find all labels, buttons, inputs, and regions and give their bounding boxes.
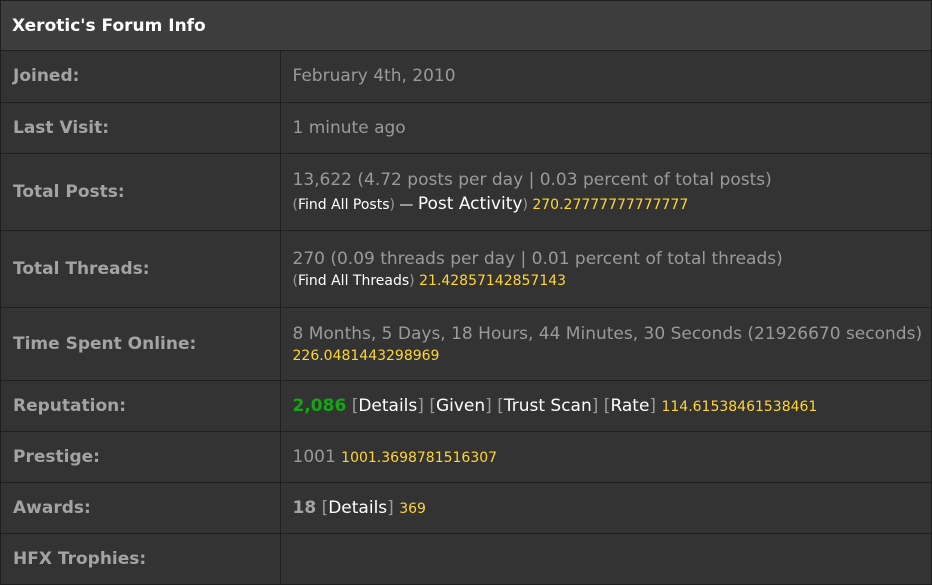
prestige-cell: 1001 1001.3698781516307 [280,431,931,483]
forum-info-table: Joined: February 4th, 2010 Last Visit: 1… [1,51,931,584]
hfx-trophies-value [280,533,931,584]
awards-score: 369 [399,500,426,517]
table-row-reputation: Reputation: 2,086 [Details] [Given] [Tru… [1,380,931,432]
awards-details-link[interactable]: Details [328,498,387,518]
reputation-value[interactable]: 2,086 [293,396,347,416]
find-all-posts-link[interactable]: Find All Posts [298,197,390,213]
awards-label: Awards: [1,482,281,534]
hfx-trophies-label: HFX Trophies: [1,533,281,584]
table-row-time-online: Time Spent Online: 8 Months, 5 Days, 18 … [1,307,931,381]
table-row-last-visit: Last Visit: 1 minute ago [1,102,931,154]
trust-scan-link[interactable]: Trust Scan [504,396,592,416]
joined-value: February 4th, 2010 [280,51,931,103]
awards-cell: 18 [Details] 369 [280,482,931,534]
last-visit-label: Last Visit: [1,102,281,154]
prestige-value: 1001 [292,446,336,467]
total-posts-score: 270.27777777777777 [532,197,689,213]
total-threads-label: Total Threads: [1,230,281,308]
total-posts-label: Total Posts: [1,153,281,231]
reputation-score: 114.61538461538461 [661,398,818,415]
last-visit-value: 1 minute ago [280,102,931,154]
table-row-joined: Joined: February 4th, 2010 [1,51,931,103]
total-posts-cell: 13,622 (4.72 posts per day | 0.03 percen… [280,153,931,231]
total-threads-value: 270 (0.09 threads per day | 0.01 percent… [292,249,783,269]
joined-label: Joined: [1,51,281,103]
prestige-label: Prestige: [1,431,281,483]
table-row-awards: Awards: 18 [Details] 369 [1,482,931,534]
total-threads-links: (Find All Threads) 21.42857142857143 [292,273,567,289]
table-row-hfx-trophies: HFX Trophies: [1,533,931,584]
reputation-given-link[interactable]: Given [436,396,485,416]
total-threads-score: 21.42857142857143 [419,273,567,289]
table-row-total-posts: Total Posts: 13,622 (4.72 posts per day … [1,153,931,231]
table-row-total-threads: Total Threads: 270 (0.09 threads per day… [1,230,931,308]
awards-value: 18 [292,497,317,518]
time-online-value: 8 Months, 5 Days, 18 Hours, 44 Minutes, … [292,324,923,344]
total-threads-cell: 270 (0.09 threads per day | 0.01 percent… [280,230,931,308]
time-online-label: Time Spent Online: [1,307,281,381]
forum-info-panel: Xerotic's Forum Info Joined: February 4t… [0,0,932,585]
dash-separator: — [399,197,414,213]
panel-title: Xerotic's Forum Info [1,1,931,51]
rate-link[interactable]: Rate [610,396,649,416]
time-online-score: 226.0481443298969 [292,348,440,364]
table-row-prestige: Prestige: 1001 1001.3698781516307 [1,431,931,483]
total-posts-value: 13,622 (4.72 posts per day | 0.03 percen… [292,170,772,190]
find-all-threads-link[interactable]: Find All Threads [298,273,409,289]
time-online-cell: 8 Months, 5 Days, 18 Hours, 44 Minutes, … [280,307,931,381]
post-activity-link[interactable]: Post Activity [418,194,523,214]
reputation-details-link[interactable]: Details [358,396,417,416]
reputation-label: Reputation: [1,380,281,432]
prestige-score: 1001.3698781516307 [341,449,498,466]
total-posts-links: (Find All Posts) — Post Activity) 270.27… [292,194,689,214]
reputation-cell: 2,086 [Details] [Given] [Trust Scan] [Ra… [280,380,931,432]
